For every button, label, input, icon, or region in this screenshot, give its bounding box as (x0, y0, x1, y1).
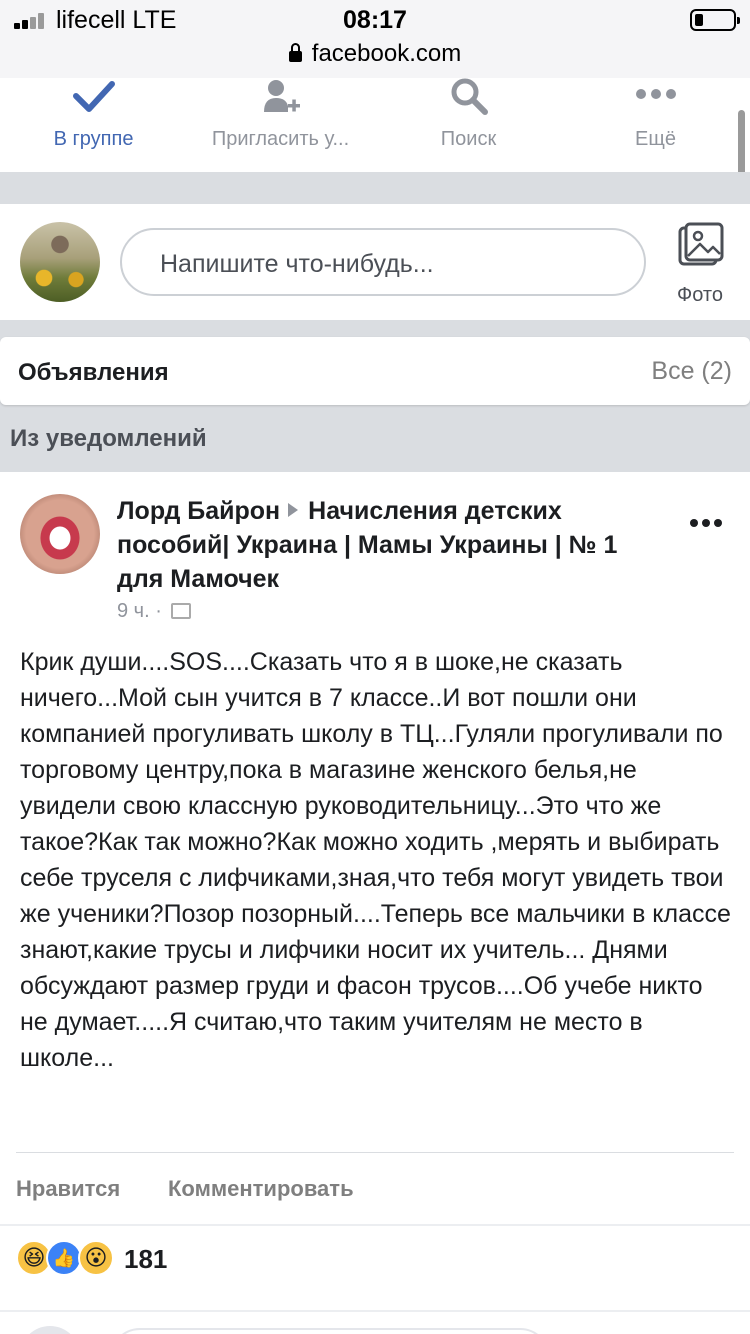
photo-icon[interactable] (676, 222, 726, 272)
post-menu-button[interactable] (690, 514, 726, 532)
announcements-all-link[interactable]: Все (2) (651, 357, 732, 386)
group-audience-icon (171, 603, 192, 619)
lock-icon (288, 43, 302, 62)
feed-post: Лорд Байрон Начисления детских пособий| У… (0, 472, 750, 1334)
invite-label: Пригласить у... (211, 128, 350, 150)
comment-input[interactable] (110, 1328, 550, 1334)
more-dots-icon (690, 519, 698, 527)
reaction-count: 181 (124, 1244, 168, 1274)
post-header: Лорд Байрон Начисления детских пособий| У… (117, 494, 657, 596)
group-action-bar: В группе Пригласить у... Поиск Ещё (0, 78, 750, 172)
search-icon (451, 78, 488, 115)
joined-group-button[interactable]: В группе (0, 78, 187, 172)
divider (16, 1152, 734, 1153)
address-bar[interactable]: facebook.com (0, 40, 750, 68)
user-avatar[interactable] (20, 222, 100, 302)
post-time[interactable]: 9 ч. · (117, 600, 162, 622)
clock: 08:17 (343, 6, 407, 34)
post-meta: 9 ч. · (117, 600, 192, 623)
like-reaction-icon: 👍 (46, 1240, 82, 1276)
invite-button[interactable]: Пригласить у... (187, 78, 374, 172)
wow-reaction-icon: 😮 (78, 1240, 114, 1276)
section-title: Из уведомлений (10, 425, 207, 452)
author-avatar[interactable] (20, 494, 100, 574)
announcements-title: Объявления (18, 359, 169, 386)
search-label: Поиск (440, 128, 497, 150)
write-post-placeholder: Напишите что-нибудь... (160, 250, 434, 278)
announcements-card[interactable]: Объявления Все (2) (0, 337, 750, 405)
post-text: Крик души....SOS....Сказать что я в шоке… (20, 648, 731, 1072)
divider (0, 1224, 750, 1226)
url-text: facebook.com (311, 40, 462, 67)
check-icon (72, 81, 115, 112)
add-person-icon (263, 80, 300, 112)
write-post-input[interactable]: Напишите что-нибудь... (120, 228, 646, 296)
more-button[interactable]: Ещё (562, 78, 749, 172)
comment-avatar[interactable] (20, 1326, 80, 1334)
joined-group-label: В группе (53, 128, 134, 150)
more-label: Ещё (635, 128, 676, 150)
photo-label[interactable]: Фото (660, 284, 740, 307)
battery-icon (690, 9, 740, 31)
separator (0, 172, 750, 204)
more-dots-icon (635, 89, 676, 99)
search-button[interactable]: Поиск (375, 78, 562, 172)
like-button[interactable]: Нравится (16, 1176, 120, 1202)
author-name[interactable]: Лорд Байрон (117, 497, 280, 525)
divider (0, 1310, 750, 1312)
comment-button[interactable]: Комментировать (168, 1176, 354, 1202)
arrow-right-icon (288, 503, 299, 517)
post-composer: Напишите что-нибудь... Фото (0, 204, 750, 320)
status-bar: lifecell LTE 08:17 facebook.com (0, 0, 750, 78)
